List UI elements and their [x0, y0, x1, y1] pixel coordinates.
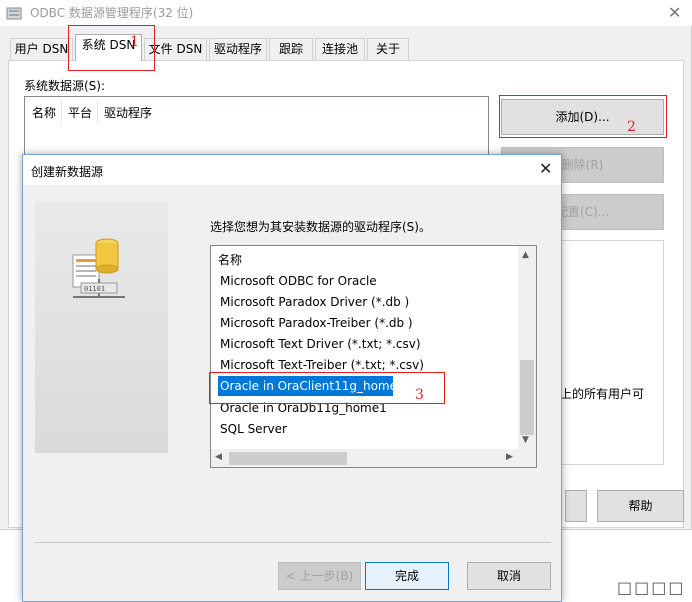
odbc-app-icon — [6, 5, 22, 21]
driver-select-prompt: 选择您想为其安装数据源的驱动程序(S)。 — [210, 220, 431, 234]
scroll-right-icon[interactable]: ▶ — [506, 452, 513, 462]
back-button[interactable]: < 上一步(B) — [278, 562, 361, 590]
annotation-number-2: 2 — [627, 119, 636, 135]
annotation-box-1 — [68, 25, 155, 71]
horizontal-scroll-thumb[interactable] — [229, 452, 347, 465]
column-header-name[interactable]: 名称 — [32, 104, 56, 121]
dialog-title-bar — [23, 155, 561, 185]
help-button[interactable]: 帮助 — [597, 490, 684, 522]
scrollbar-corner — [518, 449, 536, 467]
window-title: ODBC 数据源管理程序(32 位) — [30, 6, 194, 20]
cancel-button[interactable]: 取消 — [467, 562, 551, 590]
column-header-driver[interactable]: 驱动程序 — [104, 104, 152, 121]
tab-connection-pooling[interactable]: 连接池 — [315, 38, 365, 60]
annotation-number-1: 1 — [130, 34, 139, 50]
database-network-icon: 01101 — [69, 235, 129, 305]
driver-list-item[interactable]: Microsoft Text Driver (*.txt; *.csv) — [218, 334, 423, 354]
driver-list-item[interactable]: SQL Server — [218, 419, 289, 439]
scroll-left-icon[interactable]: ◀ — [215, 452, 222, 462]
driver-list-item[interactable]: Microsoft Paradox Driver (*.db ) — [218, 292, 411, 312]
scroll-down-icon[interactable]: ▼ — [522, 435, 529, 445]
tab-about[interactable]: 关于 — [367, 38, 409, 60]
finish-button[interactable]: 完成 — [365, 562, 449, 590]
scroll-up-icon[interactable]: ▲ — [522, 250, 529, 260]
close-icon[interactable]: ✕ — [668, 3, 681, 22]
dialog-title: 创建新数据源 — [31, 165, 104, 179]
system-data-sources-label: 系统数据源(S): — [24, 79, 106, 93]
annotation-number-3: 3 — [415, 387, 424, 403]
svg-text:01101: 01101 — [84, 285, 105, 293]
ok-button[interactable] — [565, 490, 587, 522]
tab-tracing[interactable]: 跟踪 — [269, 38, 313, 60]
driver-list-item[interactable]: Microsoft ODBC for Oracle — [218, 271, 379, 291]
driver-list-item[interactable]: Microsoft Paradox-Treiber (*.db ) — [218, 313, 415, 333]
tab-drivers[interactable]: 驱动程序 — [209, 38, 267, 60]
info-text: 上的所有用户可 — [560, 387, 645, 401]
column-divider[interactable] — [61, 100, 62, 122]
column-divider[interactable] — [97, 100, 98, 122]
close-icon[interactable]: ✕ — [539, 159, 552, 178]
annotation-box-2 — [499, 95, 667, 138]
page-corner-glyphs: □□□□ — [617, 578, 686, 597]
create-new-data-source-dialog: 创建新数据源 ✕ 01101 选择您想为其安装数据源的驱动程序(S)。 名称 M… — [22, 154, 562, 602]
annotation-box-3 — [209, 372, 445, 404]
vertical-scroll-thumb[interactable] — [520, 360, 534, 435]
driver-list-header-name[interactable]: 名称 — [218, 251, 242, 268]
tab-user-dsn[interactable]: 用户 DSN — [10, 38, 73, 60]
column-header-platform[interactable]: 平台 — [68, 104, 92, 121]
dialog-separator — [35, 542, 551, 543]
